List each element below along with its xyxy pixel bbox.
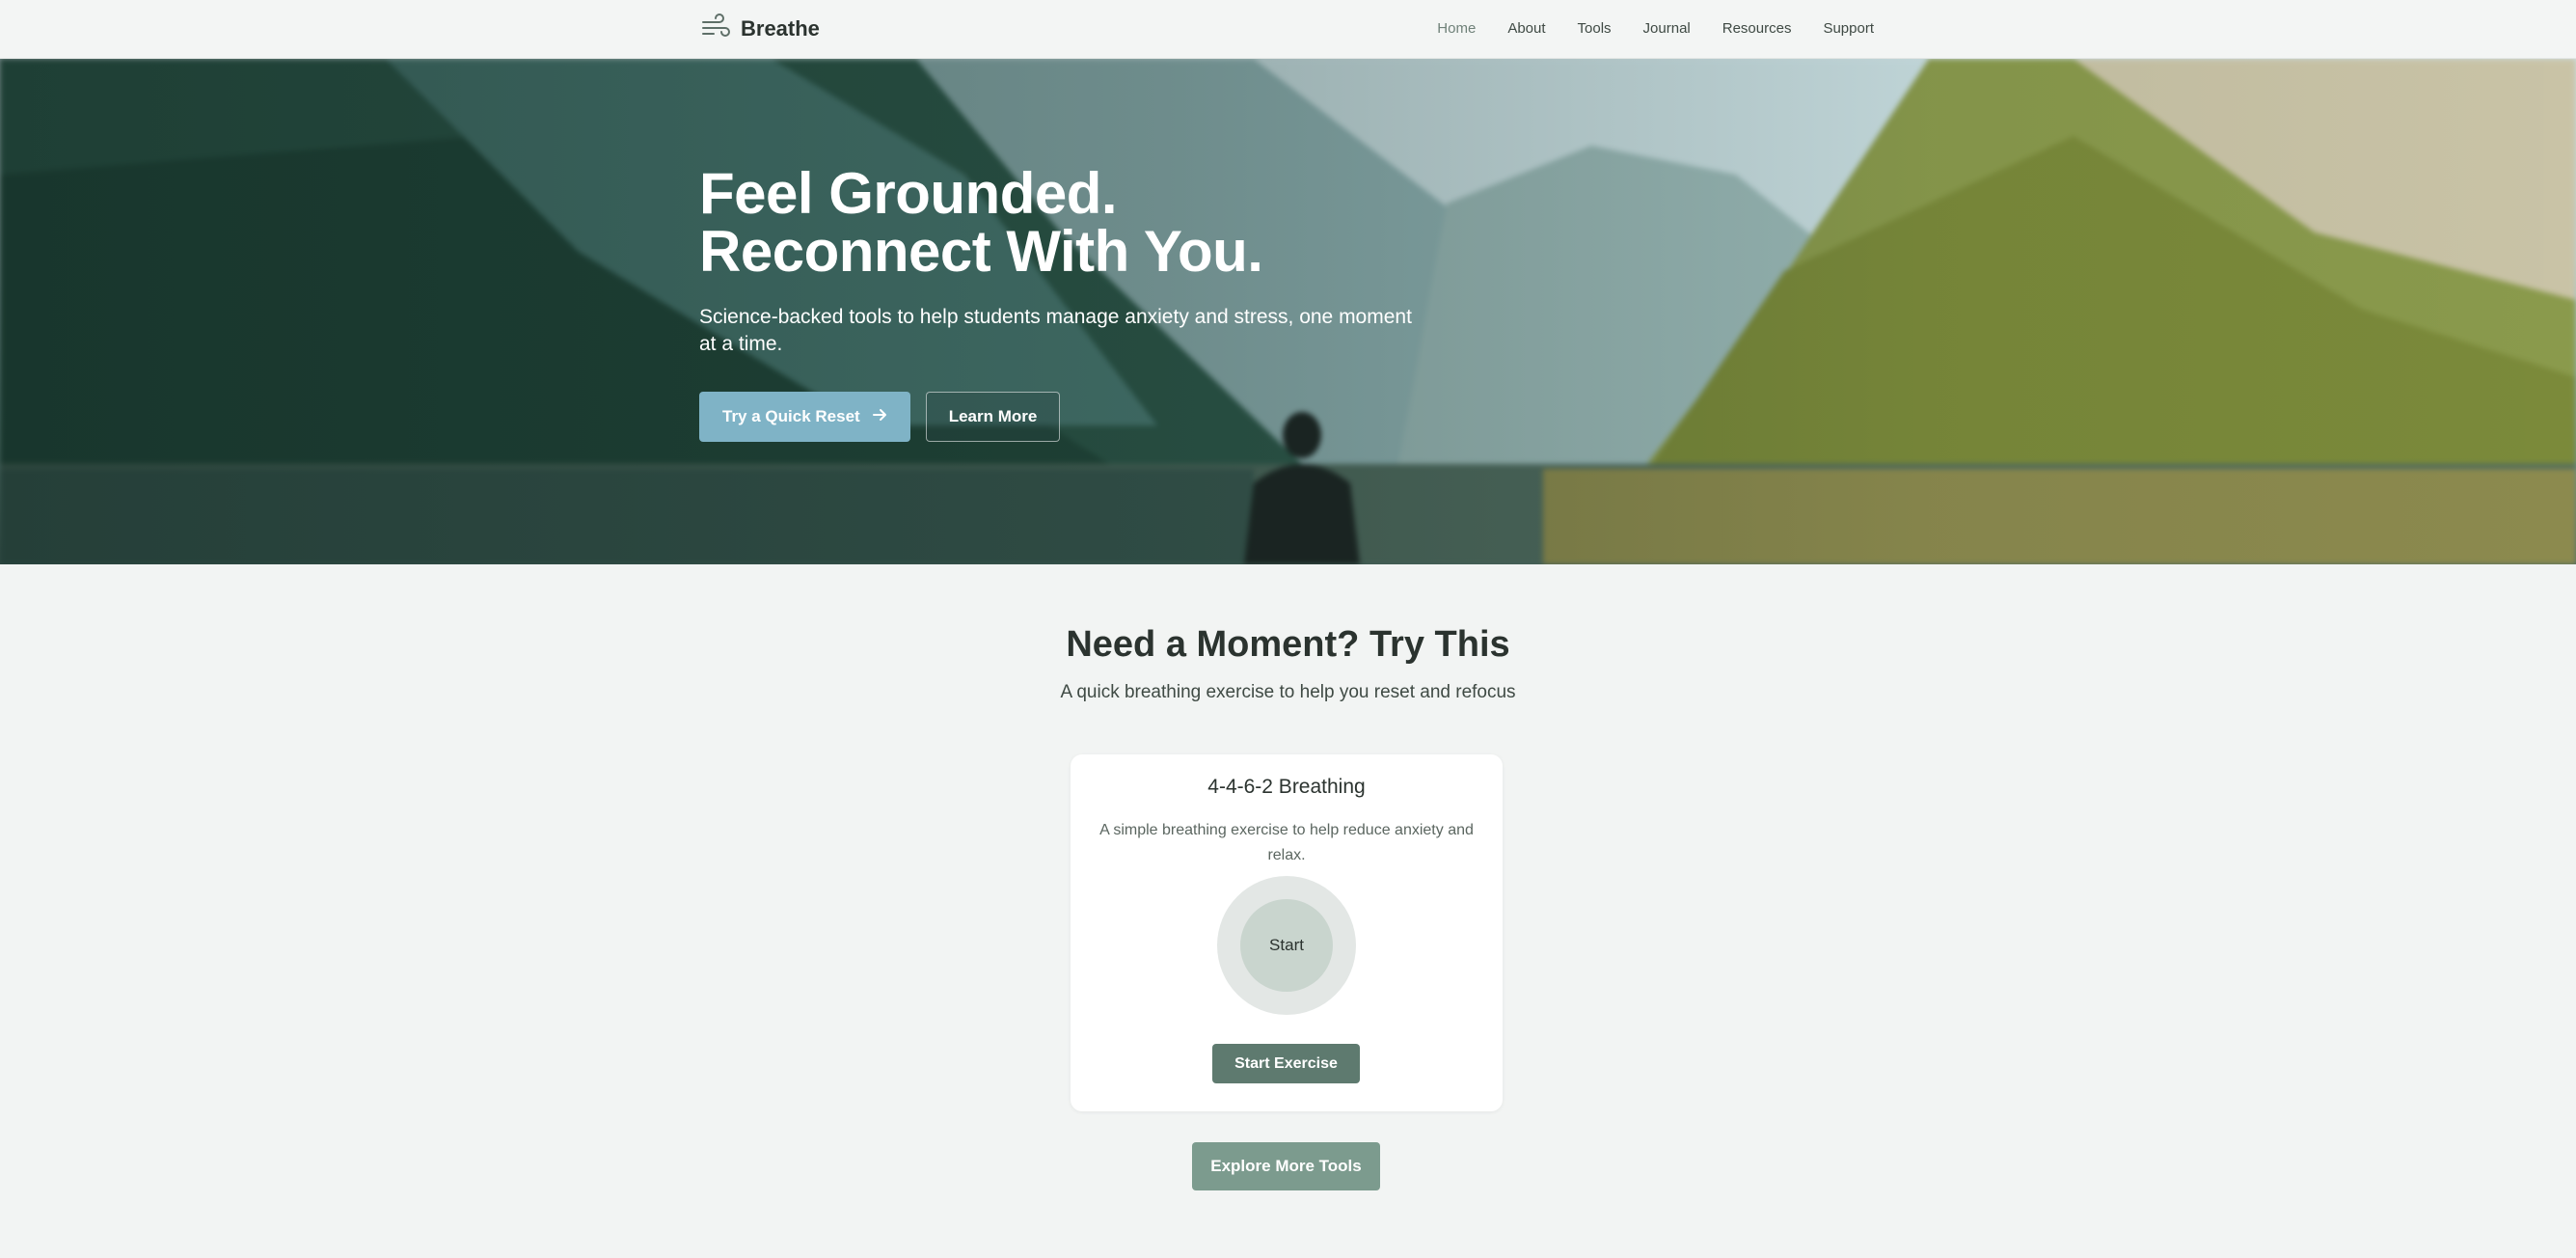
hero-section: Feel Grounded. Reconnect With You. Scien… [0, 59, 2576, 564]
hero-buttons: Try a Quick Reset Learn More [699, 392, 1471, 442]
quick-reset-label: Try a Quick Reset [722, 407, 860, 425]
hero-title-line2: Reconnect With You. [699, 219, 1263, 284]
breathing-circle-label: Start [1269, 936, 1304, 954]
nav-link-tools[interactable]: Tools [1578, 20, 1612, 37]
hero-subtitle: Science-backed tools to help students ma… [699, 306, 1412, 355]
nav-links: Home About Tools Journal Resources Suppo… [1437, 0, 1874, 56]
brand-name: Breathe [741, 16, 820, 41]
wind-icon [700, 12, 731, 47]
explore-more-tools-button[interactable]: Explore More Tools [1192, 1142, 1380, 1190]
nav-link-journal[interactable]: Journal [1643, 20, 1691, 37]
nav-link-home[interactable]: Home [1437, 20, 1476, 37]
card-description: A simple breathing exercise to help redu… [1099, 822, 1474, 863]
section-subtitle: A quick breathing exercise to help you r… [1060, 682, 1516, 702]
section-title: Need a Moment? Try This [1066, 624, 1510, 665]
breathing-card: 4-4-6-2 Breathing A simple breathing exe… [1071, 754, 1503, 1111]
nav-link-resources[interactable]: Resources [1722, 20, 1792, 37]
card-title: 4-4-6-2 Breathing [1207, 776, 1366, 798]
hero-title: Feel Grounded. Reconnect With You. [699, 165, 1471, 281]
top-nav: Breathe Home About Tools Journal Resourc… [0, 0, 2576, 59]
brand-logo[interactable]: Breathe [700, 12, 820, 47]
quick-exercise-section: Need a Moment? Try This A quick breathin… [0, 564, 2576, 1258]
arrow-right-icon [872, 407, 887, 427]
hero-title-line1: Feel Grounded. [699, 161, 1118, 226]
start-exercise-button[interactable]: Start Exercise [1212, 1044, 1360, 1083]
learn-more-button[interactable]: Learn More [925, 392, 1061, 442]
breathing-circle[interactable]: Start [1217, 876, 1356, 1015]
nav-link-about[interactable]: About [1507, 20, 1545, 37]
breathing-circle-inner[interactable]: Start [1240, 899, 1333, 992]
nav-link-support[interactable]: Support [1823, 20, 1874, 37]
quick-reset-button[interactable]: Try a Quick Reset [699, 392, 910, 442]
hero-content: Feel Grounded. Reconnect With You. Scien… [699, 165, 1471, 442]
